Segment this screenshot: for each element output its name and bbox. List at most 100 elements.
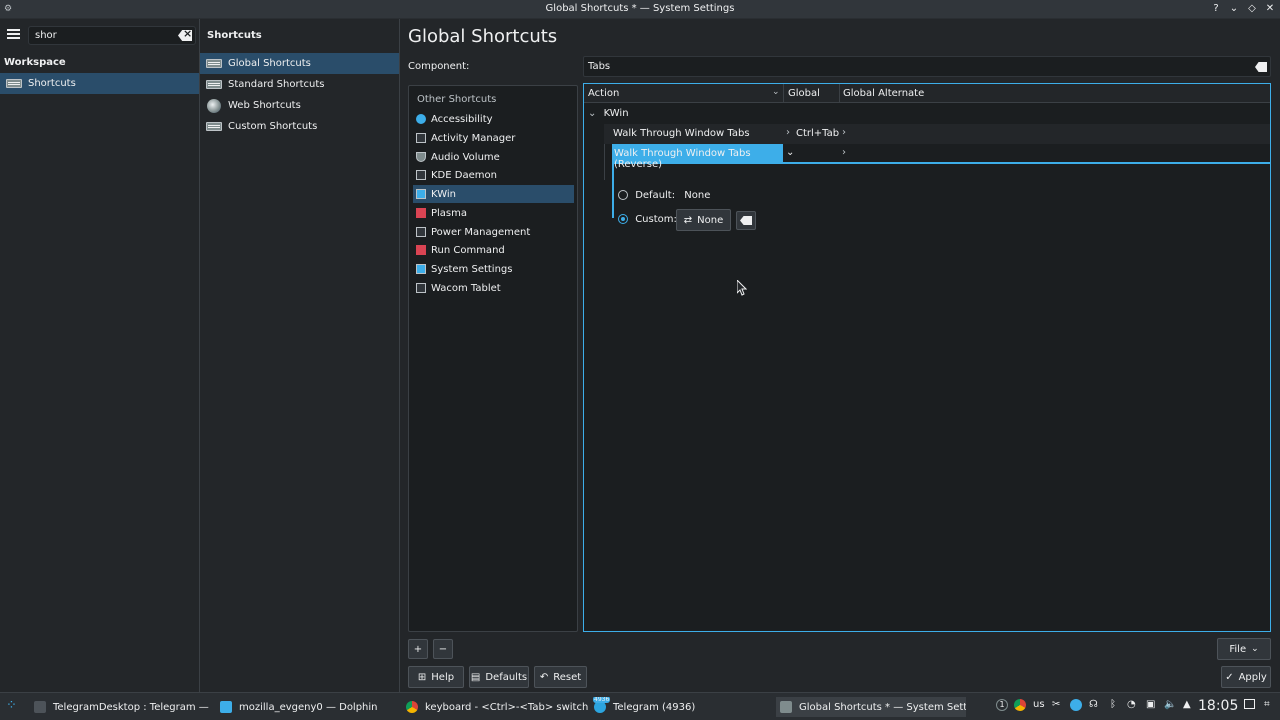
collapse-chevron-icon[interactable]: ⌄ [588, 108, 600, 119]
column-header-global-alternate[interactable]: Global Alternate [843, 88, 924, 99]
apply-button[interactable]: ✓ Apply [1221, 666, 1271, 688]
clock[interactable]: 18:05 [1198, 698, 1238, 714]
file-menu-button[interactable]: File ⌄ [1217, 638, 1271, 660]
defaults-button[interactable]: ▤ Defaults [469, 666, 529, 688]
component-item-accessibility[interactable]: Accessibility [413, 110, 574, 128]
subnav-panel: Shortcuts Global Shortcuts Standard Shor… [200, 19, 400, 692]
terminal-icon [34, 701, 46, 713]
component-item-audio-volume[interactable]: Audio Volume [413, 148, 574, 166]
component-filter-value: Tabs [588, 61, 611, 72]
shortcut-tree: Action ⌄ Global Global Alternate ⌄ KWin … [583, 83, 1271, 632]
vault-icon[interactable]: ▣ [1146, 699, 1155, 710]
subnav-item-global-shortcuts[interactable]: Global Shortcuts [200, 53, 399, 74]
search-input[interactable]: shor [28, 26, 196, 45]
scissors-icon[interactable]: ✂ [1052, 699, 1060, 710]
tree-group-kwin[interactable]: ⌄ KWin [588, 108, 629, 119]
component-item-wacom-tablet[interactable]: Wacom Tablet [413, 279, 574, 297]
file-menu-label: File [1229, 643, 1247, 655]
defaults-label: Defaults [485, 671, 528, 683]
window-title: Global Shortcuts * — System Settings [545, 3, 735, 14]
add-component-button[interactable]: + [408, 639, 428, 659]
application-launcher-icon[interactable]: ⁘ [6, 698, 17, 713]
help-icon[interactable]: ? [1210, 2, 1222, 16]
maximize-icon[interactable]: ◇ [1246, 2, 1258, 16]
hamburger-menu-icon[interactable] [7, 29, 20, 40]
wifi-icon[interactable]: ◔ [1127, 699, 1136, 710]
headset-icon[interactable]: ☊ [1089, 699, 1098, 710]
default-shortcut-option[interactable]: Default: None [618, 190, 710, 201]
show-desktop-icon[interactable] [1244, 699, 1255, 709]
component-filter-input[interactable]: Tabs [583, 56, 1271, 77]
expand-chevron-icon[interactable]: › [786, 127, 790, 138]
window-titlebar: ⚙ Global Shortcuts * — System Settings ?… [0, 0, 1280, 19]
component-item-kde-daemon[interactable]: KDE Daemon [413, 166, 574, 184]
audio-icon [416, 152, 426, 162]
panel-config-icon[interactable]: ⌗ [1264, 699, 1270, 710]
component-label-text: System Settings [431, 263, 513, 275]
subnav-item-web-shortcuts[interactable]: Web Shortcuts [200, 95, 399, 116]
network-manager-icon[interactable] [1070, 699, 1082, 711]
remove-component-button[interactable]: − [433, 639, 453, 659]
component-item-power-management[interactable]: Power Management [413, 223, 574, 241]
custom-shortcut-button[interactable]: ⇄ None [676, 209, 731, 231]
chrome-tray-icon[interactable] [1014, 699, 1026, 711]
component-item-activity-manager[interactable]: Activity Manager [413, 129, 574, 147]
task-telegram[interactable]: 4936 Telegram (4936) [590, 697, 772, 717]
task-telegram-desktop[interactable]: TelegramDesktop : Telegram — Ko... [30, 697, 212, 717]
custom-radio[interactable] [618, 214, 628, 224]
column-header-global[interactable]: Global [788, 88, 820, 99]
accessibility-icon [416, 114, 426, 124]
globe-icon [207, 98, 221, 113]
component-label-text: Accessibility [431, 113, 493, 125]
tray-expand-icon[interactable]: ▲ [1183, 699, 1191, 710]
keyboard-layout-indicator[interactable]: us [1033, 699, 1045, 710]
component-item-system-settings[interactable]: System Settings [413, 260, 574, 278]
component-group-header: Other Shortcuts [417, 94, 497, 105]
component-item-plasma[interactable]: Plasma [413, 204, 574, 222]
chrome-icon [406, 701, 418, 713]
component-item-run-command[interactable]: Run Command [413, 241, 574, 259]
app-icon [416, 133, 426, 143]
taskbar: ⁘ TelegramDesktop : Telegram — Ko... moz… [0, 692, 1280, 720]
sort-chevron-icon: ⌄ [772, 87, 780, 97]
component-label-text: Plasma [431, 207, 468, 219]
help-icon: ⊞ [417, 671, 427, 683]
component-label: Component: [408, 61, 470, 72]
subnav-item-custom-shortcuts[interactable]: Custom Shortcuts [200, 116, 399, 137]
task-badge: 4936 [593, 697, 611, 703]
task-label: TelegramDesktop : Telegram — Ko... [53, 701, 212, 713]
reset-button[interactable]: ↶ Reset [534, 666, 587, 688]
subnav-item-label: Web Shortcuts [228, 100, 301, 111]
sidebar-item-shortcuts[interactable]: Shortcuts [0, 73, 199, 94]
component-label-text: KWin [431, 188, 456, 200]
minimize-icon[interactable]: ⌄ [1228, 2, 1240, 16]
volume-icon[interactable]: 🔈 [1164, 699, 1176, 710]
component-item-kwin[interactable]: KWin [413, 185, 574, 203]
clear-shortcut-button[interactable] [736, 211, 756, 230]
expand-chevron-icon[interactable]: › [842, 147, 846, 158]
task-dolphin[interactable]: mozilla_evgeny0 — Dolphin [216, 697, 398, 717]
app-icon [416, 227, 426, 237]
shortcut-row-selected[interactable]: Walk Through Window Tabs (Reverse) ⌄ › [612, 144, 1270, 170]
task-label: Telegram (4936) [613, 701, 696, 713]
search-input-value: shor [35, 30, 57, 41]
clear-search-icon[interactable] [178, 30, 192, 41]
task-browser[interactable]: keyboard - <Ctrl>-<Tab> switch bet... [402, 697, 588, 717]
task-system-settings[interactable]: Global Shortcuts * — System Settin... [776, 697, 966, 717]
clear-filter-icon[interactable] [1255, 62, 1267, 72]
help-button[interactable]: ⊞ Help [408, 666, 464, 688]
close-icon[interactable]: ✕ [1264, 2, 1276, 16]
custom-shortcut-option[interactable]: Custom: [618, 214, 677, 225]
column-header-action[interactable]: Action [588, 88, 619, 99]
selection-indicator [612, 164, 614, 218]
kwin-icon [416, 189, 426, 199]
shortcut-row[interactable]: Walk Through Window Tabs › Ctrl+Tab › [604, 124, 1270, 144]
action-name: Walk Through Window Tabs (Reverse) [612, 144, 783, 170]
notification-count[interactable]: 1 [996, 699, 1008, 711]
default-radio[interactable] [618, 190, 628, 200]
keyboard-icon [6, 79, 22, 88]
expand-chevron-icon[interactable]: › [842, 127, 846, 138]
subnav-item-standard-shortcuts[interactable]: Standard Shortcuts [200, 74, 399, 95]
collapse-chevron-icon[interactable]: ⌄ [786, 147, 794, 158]
bluetooth-icon[interactable]: ᛒ [1110, 699, 1116, 710]
